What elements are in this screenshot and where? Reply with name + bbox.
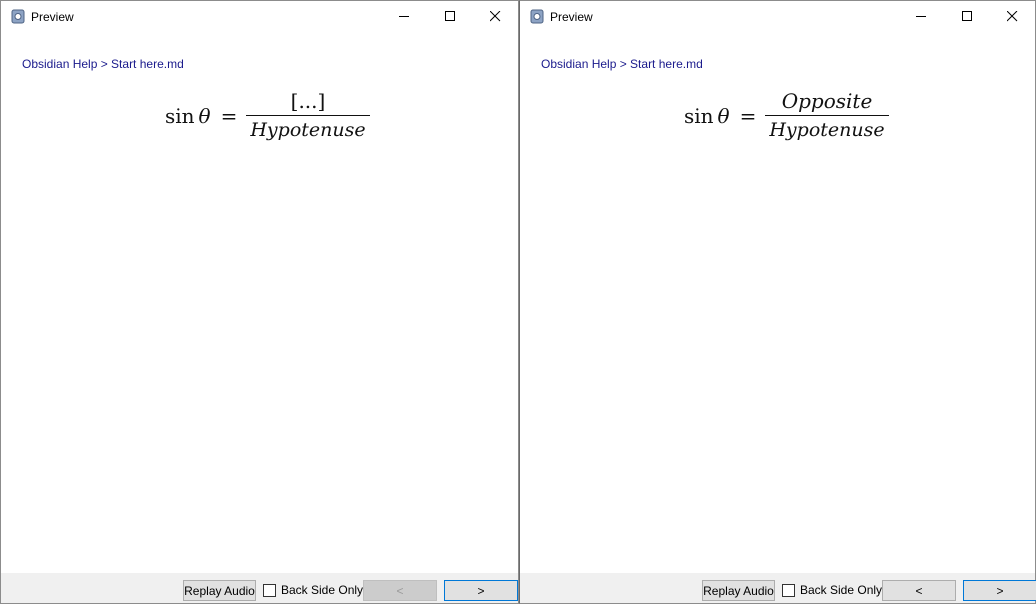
back-side-only-checkbox[interactable]: Back Side Only (782, 583, 882, 597)
window-title: Preview (550, 10, 593, 24)
formula-lhs: sin θ = (684, 104, 756, 128)
back-side-only-checkbox[interactable]: Back Side Only (263, 583, 363, 597)
formula-variable: θ (717, 103, 730, 128)
checkbox-box[interactable] (782, 583, 795, 597)
previous-button[interactable]: < (363, 580, 437, 601)
formula-function: sin (684, 103, 714, 128)
sine-formula: sin θ = [...] Hypotenuse (165, 89, 370, 142)
close-button[interactable] (472, 1, 518, 32)
next-button[interactable]: > (963, 580, 1036, 601)
maximize-button[interactable] (944, 1, 990, 32)
close-icon (489, 11, 500, 22)
next-button[interactable]: > (444, 580, 518, 601)
formula-fraction: [...] Hypotenuse (246, 89, 370, 142)
maximize-icon (961, 11, 972, 21)
bottom-bar: Replay Audio Back Side Only < > (520, 573, 1036, 603)
formula-numerator: [...] (290, 89, 326, 113)
replay-audio-button[interactable]: Replay Audio (702, 580, 775, 601)
window-title: Preview (31, 10, 74, 24)
minimize-button[interactable] (898, 1, 944, 32)
formula-denominator: Hypotenuse (250, 119, 366, 141)
title-bar[interactable]: Preview (1, 1, 518, 32)
previous-button[interactable]: < (882, 580, 956, 601)
formula-lhs: sin θ = (165, 104, 237, 128)
breadcrumb: Obsidian Help > Start here.md (541, 57, 703, 71)
close-button[interactable] (989, 1, 1035, 32)
replay-audio-button[interactable]: Replay Audio (183, 580, 256, 601)
formula-denominator: Hypotenuse (769, 119, 885, 141)
preview-window-left: Preview Obsidian Help > Start here.md si… (0, 0, 519, 604)
formula-variable: θ (198, 103, 211, 128)
sine-formula: sin θ = Opposite Hypotenuse (684, 89, 889, 142)
checkbox-label: Back Side Only (800, 583, 883, 597)
checkbox-label: Back Side Only (281, 583, 364, 597)
maximize-button[interactable] (427, 1, 473, 32)
app-icon (11, 9, 25, 24)
formula-function: sin (165, 103, 195, 128)
minimize-button[interactable] (381, 1, 427, 32)
formula-numerator: Opposite (781, 89, 873, 113)
minimize-icon (398, 16, 409, 17)
checkbox-box[interactable] (263, 583, 276, 597)
formula-equals: = (220, 103, 238, 128)
app-icon (530, 9, 544, 24)
maximize-icon (444, 11, 455, 21)
formula-equals: = (739, 103, 757, 128)
bottom-bar: Replay Audio Back Side Only < > (1, 573, 518, 603)
close-icon (1006, 11, 1017, 22)
title-bar[interactable]: Preview (520, 1, 1035, 32)
breadcrumb: Obsidian Help > Start here.md (22, 57, 184, 71)
preview-window-right: Preview Obsidian Help > Start here.md si… (519, 0, 1036, 604)
formula-fraction: Opposite Hypotenuse (765, 89, 889, 142)
minimize-icon (915, 16, 926, 17)
